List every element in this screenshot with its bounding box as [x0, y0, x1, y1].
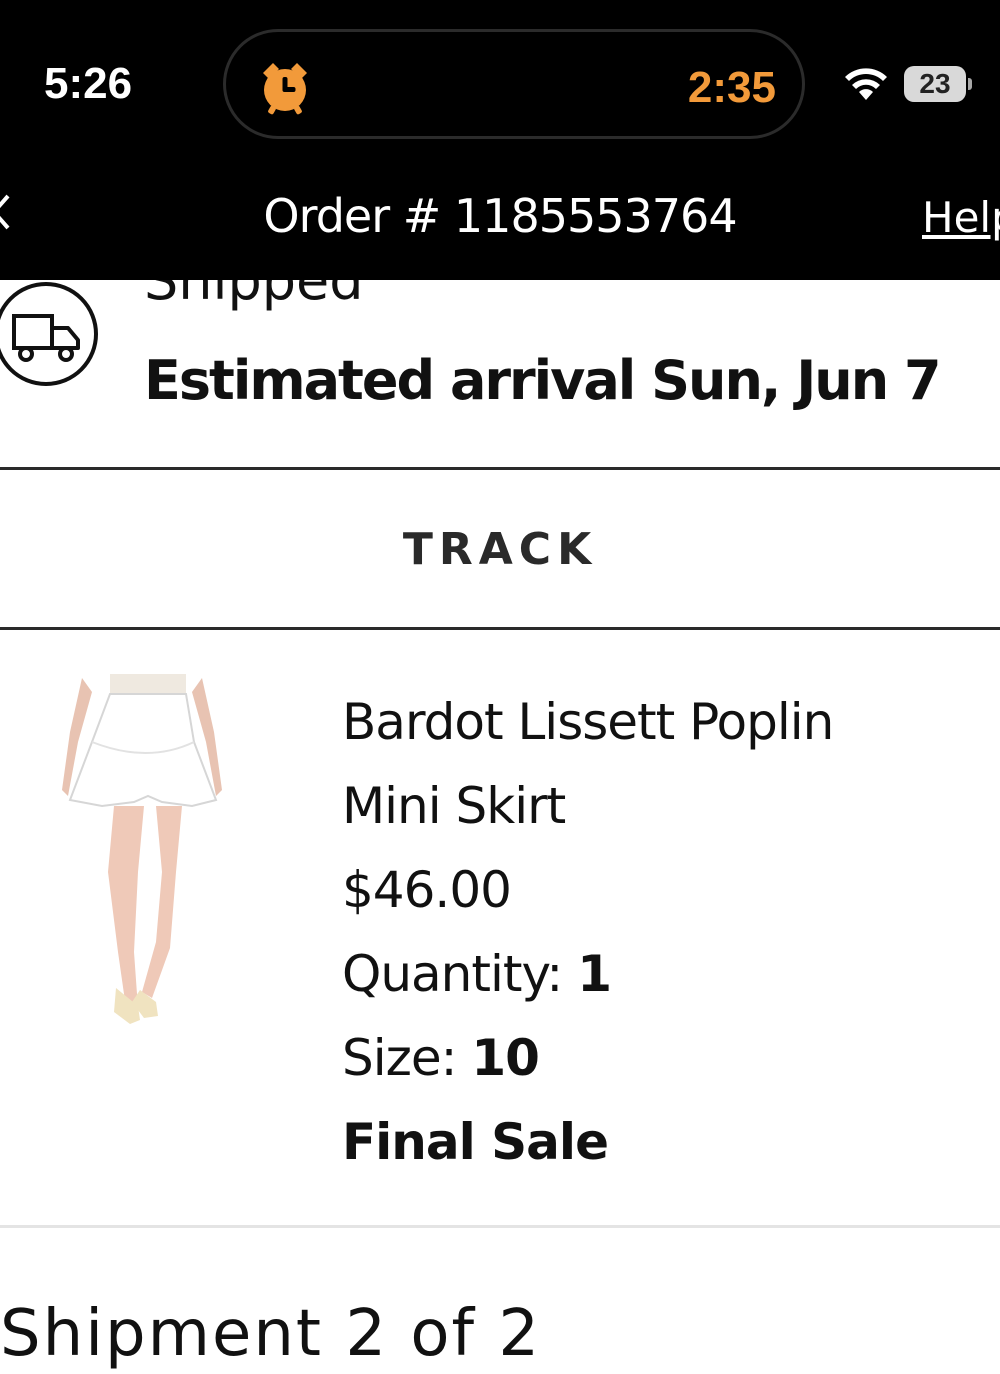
- size-label: Size:: [342, 1029, 457, 1087]
- battery-icon: 23: [904, 66, 972, 102]
- timer-readout: 2:35: [687, 63, 776, 112]
- size-value: 10: [471, 1029, 540, 1087]
- quantity-row: Quantity: 1: [342, 932, 982, 1016]
- final-sale-note: Final Sale: [342, 1113, 609, 1171]
- divider: [0, 1225, 1000, 1228]
- battery-tip: [968, 78, 972, 90]
- product-name-line1[interactable]: Bardot Lissett Poplin: [342, 680, 982, 764]
- wifi-icon: [845, 68, 887, 100]
- product-details: Bardot Lissett Poplin Mini Skirt $46.00 …: [342, 680, 982, 1184]
- quantity-value: 1: [577, 945, 612, 1003]
- help-link[interactable]: Help: [922, 192, 1000, 244]
- track-button[interactable]: TRACK: [0, 470, 1000, 628]
- quantity-label: Quantity:: [342, 945, 563, 1003]
- alarm-clock-icon: [263, 63, 307, 115]
- estimated-arrival: Estimated arrival Sun, Jun 7: [144, 349, 942, 412]
- size-row: Size: 10: [342, 1016, 982, 1100]
- shipment-heading: Shipment 2 of 2: [0, 1297, 542, 1371]
- product-image[interactable]: [52, 672, 232, 1042]
- divider: [0, 627, 1000, 630]
- shipment-status-label: Shipped: [144, 280, 364, 312]
- shipment-status: Shipped Estimated arrival Sun, Jun 7: [0, 280, 1000, 470]
- product-name-line2[interactable]: Mini Skirt: [342, 764, 982, 848]
- top-bar: 5:26 2:35 23 Order # 1185553764 Help: [0, 0, 1000, 280]
- truck-badge: [0, 282, 98, 386]
- product-price: $46.00: [342, 861, 512, 919]
- status-time: 5:26: [44, 59, 133, 108]
- battery-level: 23: [919, 68, 951, 99]
- dynamic-island[interactable]: 2:35: [223, 29, 805, 139]
- delivery-truck-icon: [12, 314, 80, 362]
- page-title: Order # 1185553764: [263, 189, 737, 243]
